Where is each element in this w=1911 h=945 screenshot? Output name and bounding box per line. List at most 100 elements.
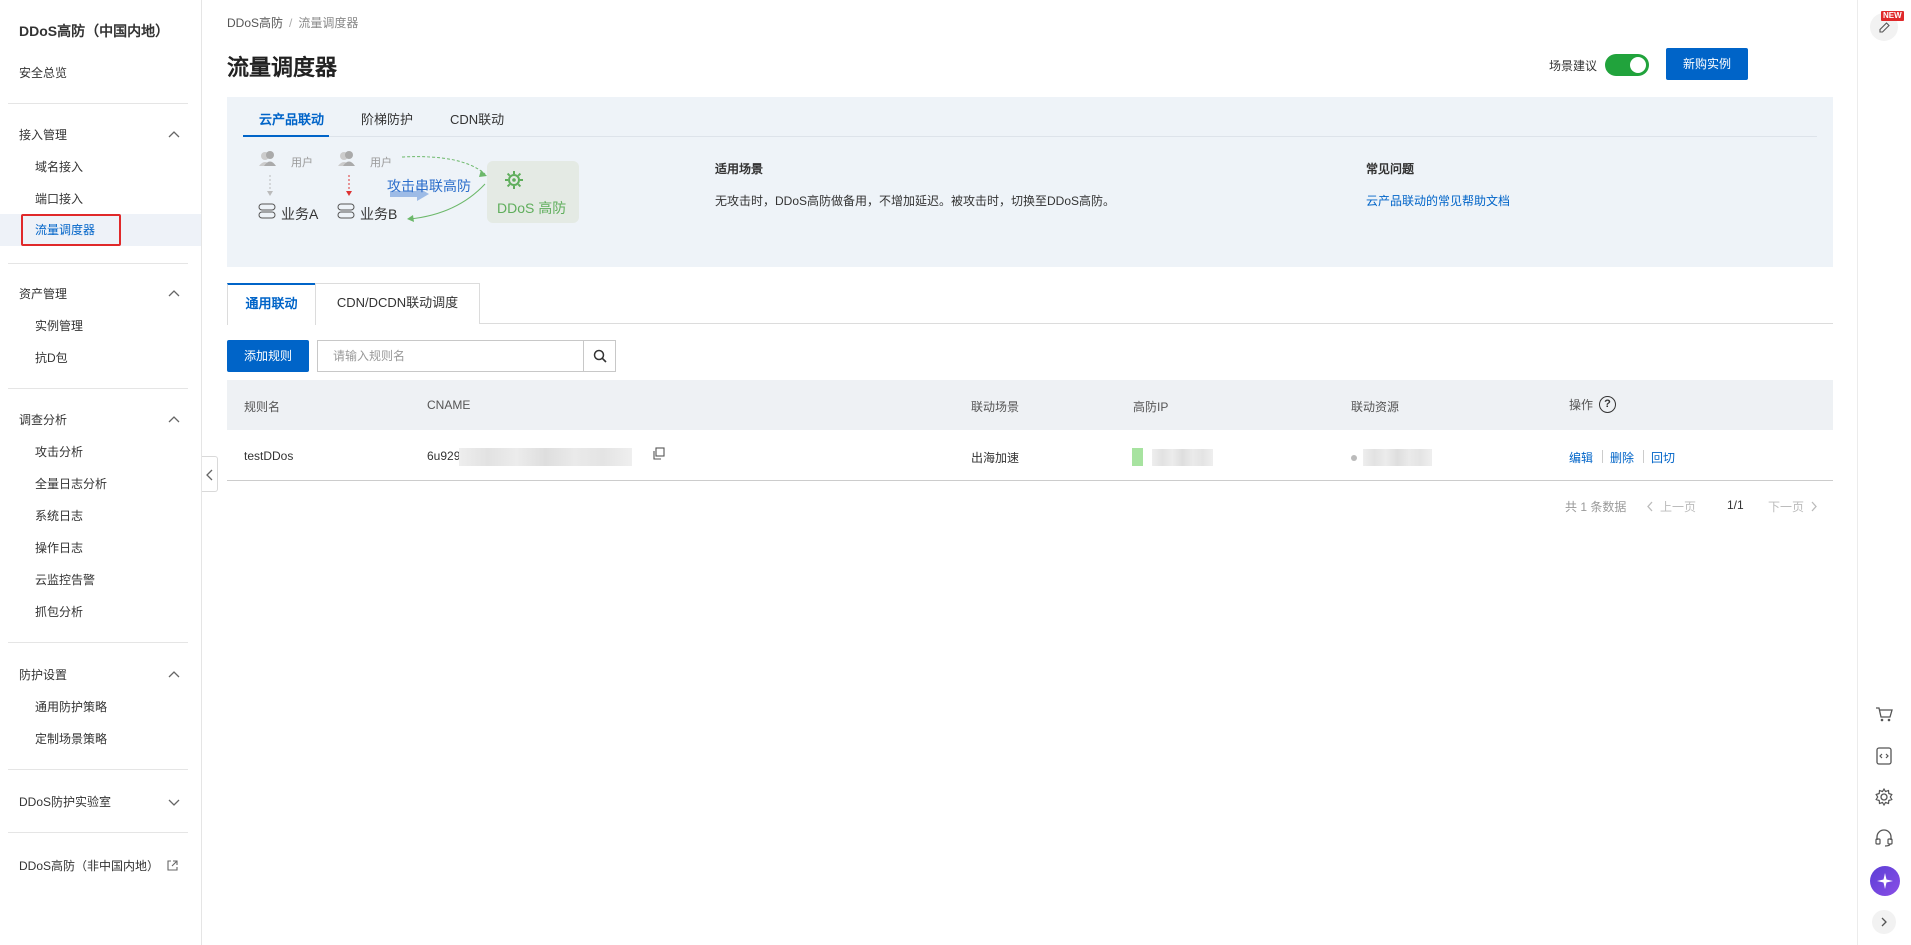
sidebar-item-cloud-monitor[interactable]: 云监控告警 xyxy=(35,571,95,589)
sidebar-group-lab[interactable]: DDoS防护实验室 xyxy=(19,793,181,811)
sidebar-item-packet-capture[interactable]: 抓包分析 xyxy=(35,603,83,621)
action-separator xyxy=(1643,450,1644,463)
column-scene: 联动场景 xyxy=(971,400,1020,414)
breadcrumb: DDoS高防 / 流量调度器 xyxy=(227,14,358,31)
linkage-diagram: 用户 用户 业务A 业务B 攻击串联高防 DDoS 高防 xyxy=(257,149,579,249)
sidebar-group-label: 资产管理 xyxy=(19,287,68,301)
cell-scene: 出海加速 xyxy=(971,451,1020,465)
redacted-cname xyxy=(459,448,632,466)
sidebar-item-instances[interactable]: 实例管理 xyxy=(35,317,83,335)
resource-status-dot xyxy=(1351,455,1357,461)
divider xyxy=(8,103,188,104)
sidebar-group-label: 调查分析 xyxy=(19,413,68,427)
new-badge: NEW xyxy=(1881,11,1904,21)
chevron-up-icon xyxy=(168,290,180,297)
copy-icon[interactable] xyxy=(652,447,665,460)
tab-cdn-dcdn-scheduling[interactable]: CDN/DCDN联动调度 xyxy=(315,283,480,324)
tab-cloud-linkage[interactable]: 云产品联动 xyxy=(259,109,324,128)
ip-status-indicator xyxy=(1132,448,1143,466)
tab-general-linkage[interactable]: 通用联动 xyxy=(227,283,316,325)
breadcrumb-current: 流量调度器 xyxy=(298,16,359,30)
headset-icon[interactable] xyxy=(1873,827,1895,849)
scenario-text: 无攻击时，DDoS高防做备用，不增加延迟。被攻击时，切换至DDoS高防。 xyxy=(715,194,1116,208)
sidebar-group-protection[interactable]: 防护设置 xyxy=(19,666,181,684)
code-icon[interactable] xyxy=(1873,745,1895,767)
divider xyxy=(8,769,188,770)
gear-icon[interactable] xyxy=(1873,786,1895,808)
sidebar-item-custom-policy[interactable]: 定制场景策略 xyxy=(35,730,107,748)
sidebar-group-access[interactable]: 接入管理 xyxy=(19,126,181,144)
pagination-prev[interactable]: 上一页 xyxy=(1646,498,1696,515)
sidebar-item-overview[interactable]: 安全总览 xyxy=(19,64,67,81)
faq-link[interactable]: 云产品联动的常见帮助文档 xyxy=(1366,192,1766,209)
right-toolbar: NEW xyxy=(1857,0,1911,945)
tab-tiered-protection[interactable]: 阶梯防护 xyxy=(361,109,413,128)
switchback-link[interactable]: 回切 xyxy=(1651,449,1675,466)
search-button[interactable] xyxy=(583,340,616,372)
sidebar-item-full-log-analysis[interactable]: 全量日志分析 xyxy=(35,475,107,493)
divider xyxy=(8,832,188,833)
sidebar-group-investigation[interactable]: 调查分析 xyxy=(19,411,181,429)
scene-suggestion-label: 场景建议 xyxy=(1548,58,1597,73)
redacted-resource xyxy=(1363,449,1432,466)
chevron-left-icon xyxy=(1647,501,1653,512)
active-tab-indicator xyxy=(243,135,329,137)
pagination-next-label: 下一页 xyxy=(1768,500,1805,514)
scenario-section: 适用场景 无攻击时，DDoS高防做备用，不增加延迟。被攻击时，切换至DDoS高防… xyxy=(715,160,1335,209)
chevron-right-icon xyxy=(1811,501,1817,512)
external-link-icon xyxy=(167,860,178,871)
edit-link[interactable]: 编辑 xyxy=(1569,449,1593,466)
divider xyxy=(8,642,188,643)
search-icon xyxy=(593,349,607,363)
sidebar-item-anti-ddos-pack[interactable]: 抗D包 xyxy=(35,349,68,367)
cart-icon[interactable] xyxy=(1873,703,1895,725)
sidebar-item-general-policy[interactable]: 通用防护策略 xyxy=(35,698,107,716)
pagination-next[interactable]: 下一页 xyxy=(1768,498,1818,515)
divider xyxy=(8,263,188,264)
sub-tabs: 通用联动 CDN/DCDN联动调度 xyxy=(227,283,1833,325)
sidebar-external-link[interactable]: DDoS高防（非中国内地） xyxy=(19,857,178,874)
column-linked-resource: 联动资源 xyxy=(1351,400,1400,414)
shield-gear-icon xyxy=(505,171,523,189)
diagram-user-a: 用户 xyxy=(291,157,313,169)
add-rule-button[interactable]: 添加规则 xyxy=(227,340,309,372)
sidebar-group-label: 接入管理 xyxy=(19,128,68,142)
sidebar-item-attack-analysis[interactable]: 攻击分析 xyxy=(35,443,83,461)
delete-link[interactable]: 删除 xyxy=(1610,449,1634,466)
column-rule-name: 规则名 xyxy=(244,400,281,414)
breadcrumb-root[interactable]: DDoS高防 xyxy=(227,16,283,30)
chevron-right-icon xyxy=(1881,917,1887,927)
help-icon[interactable]: ? xyxy=(1599,396,1616,413)
divider xyxy=(8,388,188,389)
toggle-knob xyxy=(1630,57,1646,73)
column-cname: CNAME xyxy=(427,398,471,412)
sidebar-collapse-button[interactable] xyxy=(202,456,218,492)
sidebar-group-label: DDoS防护实验室 xyxy=(19,795,112,809)
table-row: testDDos 6u929 出海加速 编辑 删除 回切 xyxy=(227,431,1833,481)
sidebar: DDoS高防（中国内地） 安全总览 接入管理 域名接入 端口接入 流量调度器 资… xyxy=(0,0,202,945)
sidebar-group-assets[interactable]: 资产管理 xyxy=(19,285,181,303)
scenario-title: 适用场景 xyxy=(715,162,764,176)
tab-cdn-linkage[interactable]: CDN联动 xyxy=(450,109,504,128)
chevron-up-icon xyxy=(168,131,180,138)
chevron-up-icon xyxy=(168,671,180,678)
sidebar-item-port[interactable]: 端口接入 xyxy=(35,190,83,208)
expand-button[interactable] xyxy=(1872,910,1896,934)
sidebar-external-label: DDoS高防（非中国内地） xyxy=(19,859,160,873)
sidebar-group-label: 防护设置 xyxy=(19,668,68,682)
sidebar-title: DDoS高防（中国内地） xyxy=(19,23,170,39)
faq-title: 常见问题 xyxy=(1366,162,1415,176)
sparkle-icon xyxy=(1877,873,1893,889)
sidebar-item-domain[interactable]: 域名接入 xyxy=(35,158,83,176)
cell-rule-name: testDDos xyxy=(244,449,294,463)
info-panel: 云产品联动 阶梯防护 CDN联动 用户 用户 业务A 业务B 攻击串联高防 DD… xyxy=(227,97,1833,267)
sidebar-item-operation-log[interactable]: 操作日志 xyxy=(35,539,83,557)
scene-suggestion-toggle[interactable] xyxy=(1605,54,1649,76)
sidebar-item-system-log[interactable]: 系统日志 xyxy=(35,507,83,525)
pagination-page: 1/1 xyxy=(1727,498,1744,512)
search-input[interactable] xyxy=(318,341,583,371)
buy-instance-button[interactable]: 新购实例 xyxy=(1666,48,1748,80)
ai-assistant-icon[interactable] xyxy=(1870,866,1900,896)
page-title: 流量调度器 xyxy=(227,55,338,80)
highlight-box xyxy=(21,214,121,246)
